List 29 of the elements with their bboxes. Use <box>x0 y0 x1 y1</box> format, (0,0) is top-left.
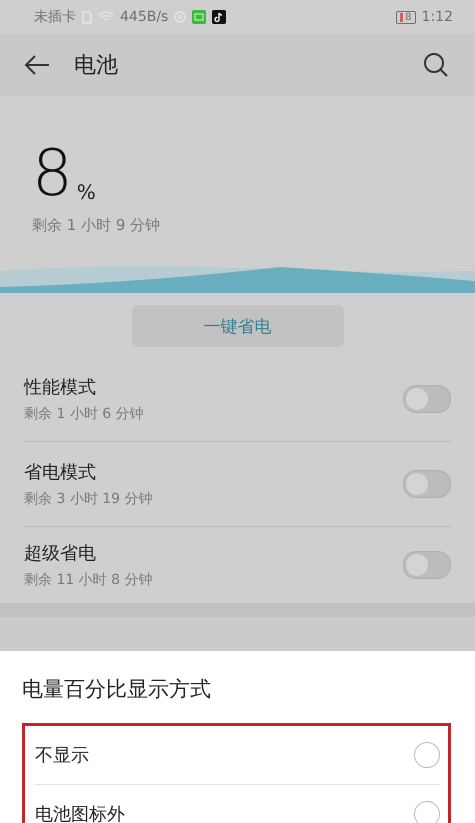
search-icon[interactable] <box>423 52 449 78</box>
wifi-icon <box>98 11 114 23</box>
mode-remaining-text: 剩余 1 小时 6 分钟 <box>24 405 145 423</box>
toggle-switch[interactable] <box>403 470 451 498</box>
mode-title: 省电模式 <box>24 461 97 484</box>
percent-sign: % <box>76 180 96 204</box>
location-icon <box>174 11 186 23</box>
music-note-icon <box>212 10 226 24</box>
page-title: 电池 <box>74 52 118 80</box>
remaining-time-text: 剩余 1 小时 9 分钟 <box>32 216 162 235</box>
back-arrow-icon[interactable] <box>24 55 50 75</box>
carrier-text: 未插卡 <box>34 8 76 26</box>
mode-remaining-text: 剩余 3 小时 19 分钟 <box>24 490 154 508</box>
app-notification-icon <box>192 10 206 24</box>
mode-remaining-text: 剩余 11 小时 8 分钟 <box>24 571 154 589</box>
clock-text: 1:12 <box>422 9 453 25</box>
sim-card-icon <box>82 10 92 24</box>
network-speed-text: 445B/s <box>120 9 168 25</box>
battery-indicator: 8 <box>396 10 416 24</box>
option-item[interactable]: 不显示 <box>35 726 440 785</box>
battery-percentage: 8 <box>32 144 73 204</box>
radio-button[interactable] <box>414 801 440 823</box>
mode-title: 超级省电 <box>24 542 97 565</box>
radio-button[interactable] <box>414 742 440 768</box>
toggle-switch[interactable] <box>403 385 451 413</box>
mode-title: 性能模式 <box>24 376 97 399</box>
option-item[interactable]: 电池图标外 <box>35 785 440 823</box>
sheet-title: 电量百分比显示方式 <box>22 676 212 703</box>
toggle-switch[interactable] <box>403 551 451 579</box>
